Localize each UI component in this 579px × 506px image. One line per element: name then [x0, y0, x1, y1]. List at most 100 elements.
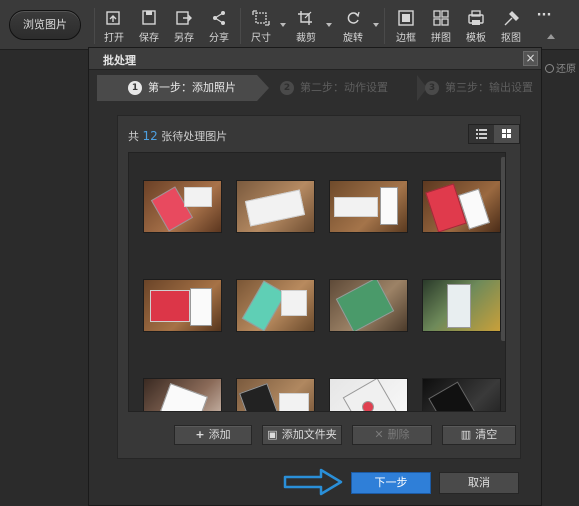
- cutout-label: 抠图: [501, 33, 521, 44]
- rotate-button[interactable]: 旋转: [337, 10, 369, 46]
- collage-label: 拼图: [431, 33, 451, 44]
- save-as-icon: [176, 11, 192, 25]
- grid-view-button[interactable]: [494, 125, 519, 143]
- step-1-label: 第一步：添加照片: [148, 81, 236, 94]
- thumbnail[interactable]: [236, 378, 315, 411]
- list-view-button[interactable]: [469, 125, 494, 143]
- photo-panel: 共 12 张待处理图片 + 添加 ▣ 添加文件夹 ✕ 删除 ▥ 清空: [117, 115, 521, 459]
- cancel-button[interactable]: 取消: [439, 472, 519, 494]
- close-icon[interactable]: ×: [523, 51, 538, 66]
- batch-dialog: 批处理 × 1 第一步：添加照片 2 第二步：动作设置 3 第三步：输出设置 共 12…: [88, 47, 542, 506]
- thumbnail[interactable]: [329, 279, 408, 332]
- crop-dropdown-caret[interactable]: [326, 23, 332, 27]
- open-label: 打开: [104, 33, 124, 44]
- top-toolbar: 浏览图片 打开 保存 另存 分享 尺寸 裁剪 旋转 边框 拼图 模板 抠图 ··…: [0, 0, 579, 50]
- browse-images-button[interactable]: 浏览图片: [9, 10, 81, 40]
- border-button[interactable]: 边框: [390, 10, 422, 46]
- thumbnail[interactable]: [422, 378, 501, 411]
- hint-arrow-icon: [283, 468, 343, 496]
- resize-dropdown-caret[interactable]: [280, 23, 286, 27]
- save-button[interactable]: 保存: [133, 10, 165, 46]
- share-label: 分享: [209, 33, 229, 44]
- crop-icon: [298, 11, 312, 25]
- step-1: 1 第一步：添加照片: [97, 75, 257, 101]
- thumbnail[interactable]: [143, 378, 222, 411]
- border-icon: [398, 10, 414, 26]
- grid-view-icon: [502, 129, 511, 138]
- toolbar-divider: [384, 8, 385, 44]
- toolbar-divider: [240, 8, 241, 44]
- step-2-number: 2: [280, 81, 294, 95]
- template-label: 模板: [466, 33, 486, 44]
- crop-button[interactable]: 裁剪: [290, 10, 322, 46]
- list-view-icon: [476, 129, 487, 139]
- count-prefix: 共: [128, 130, 139, 143]
- restore-label: 还原: [556, 64, 576, 75]
- open-button[interactable]: 打开: [98, 10, 130, 46]
- collage-icon: [433, 10, 449, 26]
- next-step-button[interactable]: 下一步: [351, 472, 431, 494]
- resize-label: 尺寸: [251, 33, 271, 44]
- count-value: 12: [142, 129, 158, 143]
- add-button[interactable]: + 添加: [174, 425, 252, 445]
- add-label: 添加: [208, 428, 231, 441]
- template-icon: [468, 10, 484, 25]
- rotate-dropdown-caret[interactable]: [373, 23, 379, 27]
- dialog-title-bar: 批处理 ×: [89, 48, 541, 70]
- save-label: 保存: [139, 33, 159, 44]
- clear-button[interactable]: ▥ 清空: [442, 425, 516, 445]
- photo-count: 共 12 张待处理图片: [128, 128, 227, 144]
- delete-button[interactable]: ✕ 删除: [352, 425, 432, 445]
- cutout-icon: [504, 11, 519, 26]
- open-icon: [106, 11, 120, 25]
- thumbnail[interactable]: [329, 180, 408, 233]
- restore-icon: [545, 64, 554, 73]
- step-2-label: 第二步：动作设置: [300, 81, 388, 94]
- folder-add-icon: ▣: [267, 428, 278, 441]
- crop-label: 裁剪: [296, 33, 316, 44]
- delete-icon: ✕: [374, 428, 384, 441]
- view-toggle: [468, 124, 520, 144]
- delete-label: 删除: [387, 428, 410, 441]
- template-button[interactable]: 模板: [460, 10, 492, 46]
- toolbar-divider: [94, 8, 95, 44]
- restore-button[interactable]: 还原: [545, 60, 576, 75]
- step-3-label: 第三步：输出设置: [445, 81, 533, 94]
- resize-icon: [252, 10, 270, 26]
- share-icon: [213, 11, 225, 25]
- rotate-icon: [347, 11, 360, 24]
- resize-button[interactable]: 尺寸: [245, 10, 277, 46]
- thumbnail[interactable]: [143, 180, 222, 233]
- save-as-button[interactable]: 另存: [168, 10, 200, 46]
- more-icon: ···: [536, 8, 552, 23]
- thumbnail[interactable]: [422, 180, 501, 233]
- dialog-title: 批处理: [103, 54, 136, 67]
- thumbnail[interactable]: [143, 279, 222, 332]
- thumbnail[interactable]: [422, 279, 501, 332]
- save-as-label: 另存: [174, 33, 194, 44]
- step-2: 2 第二步：动作设置: [280, 75, 430, 101]
- step-indicator: 1 第一步：添加照片 2 第二步：动作设置 3 第三步：输出设置: [97, 75, 545, 101]
- step-3: 3 第三步：输出设置: [425, 75, 555, 101]
- add-folder-label: 添加文件夹: [281, 428, 337, 441]
- count-suffix: 张待处理图片: [161, 130, 228, 143]
- thumbnail[interactable]: [329, 378, 408, 411]
- trash-icon: ▥: [460, 428, 472, 441]
- clear-label: 清空: [475, 428, 498, 441]
- collage-button[interactable]: 拼图: [425, 10, 457, 46]
- thumbnail[interactable]: [236, 180, 315, 233]
- rotate-label: 旋转: [343, 33, 363, 44]
- save-icon: [142, 10, 156, 25]
- share-button[interactable]: 分享: [203, 10, 235, 46]
- thumbnail-grid[interactable]: [128, 152, 506, 412]
- step-3-number: 3: [425, 81, 439, 95]
- expand-corner-icon[interactable]: [547, 34, 555, 39]
- plus-icon: +: [195, 428, 205, 441]
- grid-scrollbar[interactable]: [501, 157, 505, 341]
- cutout-button[interactable]: 抠图: [495, 10, 527, 46]
- thumbnail[interactable]: [236, 279, 315, 332]
- step-1-number: 1: [128, 81, 142, 95]
- add-folder-button[interactable]: ▣ 添加文件夹: [262, 425, 342, 445]
- border-label: 边框: [396, 33, 416, 44]
- step-1-arrow: [257, 75, 269, 101]
